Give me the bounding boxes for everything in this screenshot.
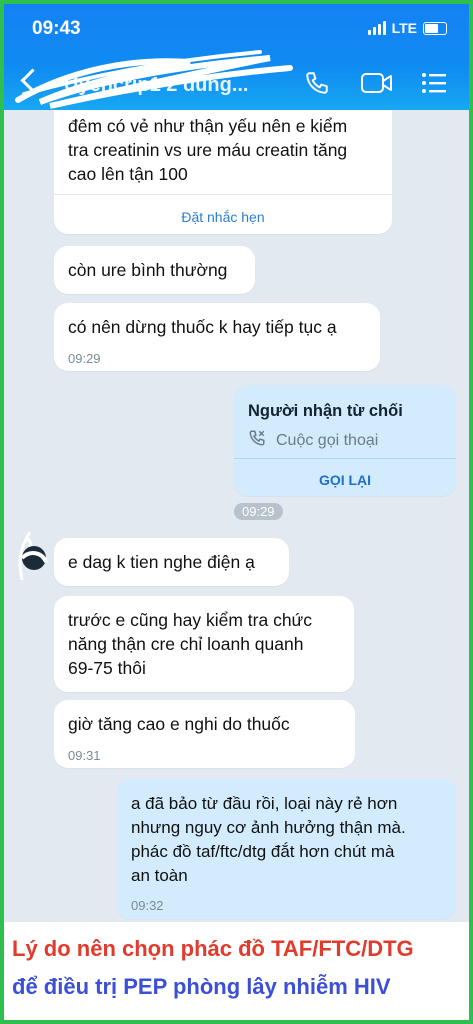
battery-icon xyxy=(423,21,447,35)
video-camera-icon[interactable] xyxy=(360,71,394,95)
message-bubble: e dag k tien nghe điện ạ xyxy=(54,538,289,586)
chat-screen: 09:43 LTE Uyencrip1 2 dung... đêm có vẻ … xyxy=(0,0,473,1024)
message-bubble: giờ tăng cao e nghi do thuốc 09:31 xyxy=(54,700,355,768)
message-bubble: còn ure bình thường xyxy=(54,246,255,294)
call-type-label: Cuộc gọi thoại xyxy=(276,432,379,449)
redaction-scribble xyxy=(15,50,293,109)
network-label: LTE xyxy=(391,20,417,36)
call-status-title: Người nhận từ chối xyxy=(248,402,403,420)
time-chip: 09:29 xyxy=(234,503,283,520)
reminder-link[interactable]: Đặt nhắc hẹn xyxy=(54,205,392,229)
avatar xyxy=(18,531,48,581)
message-bubble: trước e cũng hay kiểm tra chức năng thận… xyxy=(54,596,354,692)
phone-icon[interactable] xyxy=(304,70,330,96)
message-text: còn ure bình thường xyxy=(68,260,228,280)
caption-line-1: Lý do nên chọn phác đồ TAF/FTC/DTG xyxy=(12,936,414,961)
message-time: 09:32 xyxy=(131,898,164,913)
status-indicators: LTE xyxy=(367,20,447,36)
declined-call-card: Người nhận từ chối Cuộc gọi thoại GỌI LẠ… xyxy=(234,385,456,496)
header-bar: 09:43 LTE Uyencrip1 2 dung... xyxy=(0,0,473,110)
message-text: giờ tăng cao e nghi do thuốc xyxy=(68,714,290,734)
call-back-button[interactable]: GỌI LẠI xyxy=(234,468,456,492)
message-text: e dag k tien nghe điện ạ xyxy=(68,552,255,572)
caption-line-2: để điều trị PEP phòng lây nhiễm HIV xyxy=(12,974,391,999)
message-time: 09:29 xyxy=(68,351,101,366)
message-bubble: có nên dừng thuốc k hay tiếp tục ạ 09:29 xyxy=(54,303,380,371)
message-text: đêm có vẻ như thận yếu nên e kiểm tra cr… xyxy=(68,116,348,184)
message-bubble: đêm có vẻ như thận yếu nên e kiểm tra cr… xyxy=(54,110,392,234)
missed-call-icon xyxy=(249,430,265,446)
message-time: 09:31 xyxy=(68,748,101,763)
message-text: a đã bảo từ đầu rồi, loại này rẻ hơn như… xyxy=(131,794,406,885)
signal-icon xyxy=(367,21,386,35)
menu-list-icon[interactable] xyxy=(421,72,447,94)
my-message-bubble: a đã bảo từ đầu rồi, loại này rẻ hơn như… xyxy=(117,779,456,919)
status-time: 09:43 xyxy=(32,18,81,39)
message-text: có nên dừng thuốc k hay tiếp tục ạ xyxy=(68,317,337,337)
message-text: trước e cũng hay kiểm tra chức năng thận… xyxy=(68,610,313,678)
